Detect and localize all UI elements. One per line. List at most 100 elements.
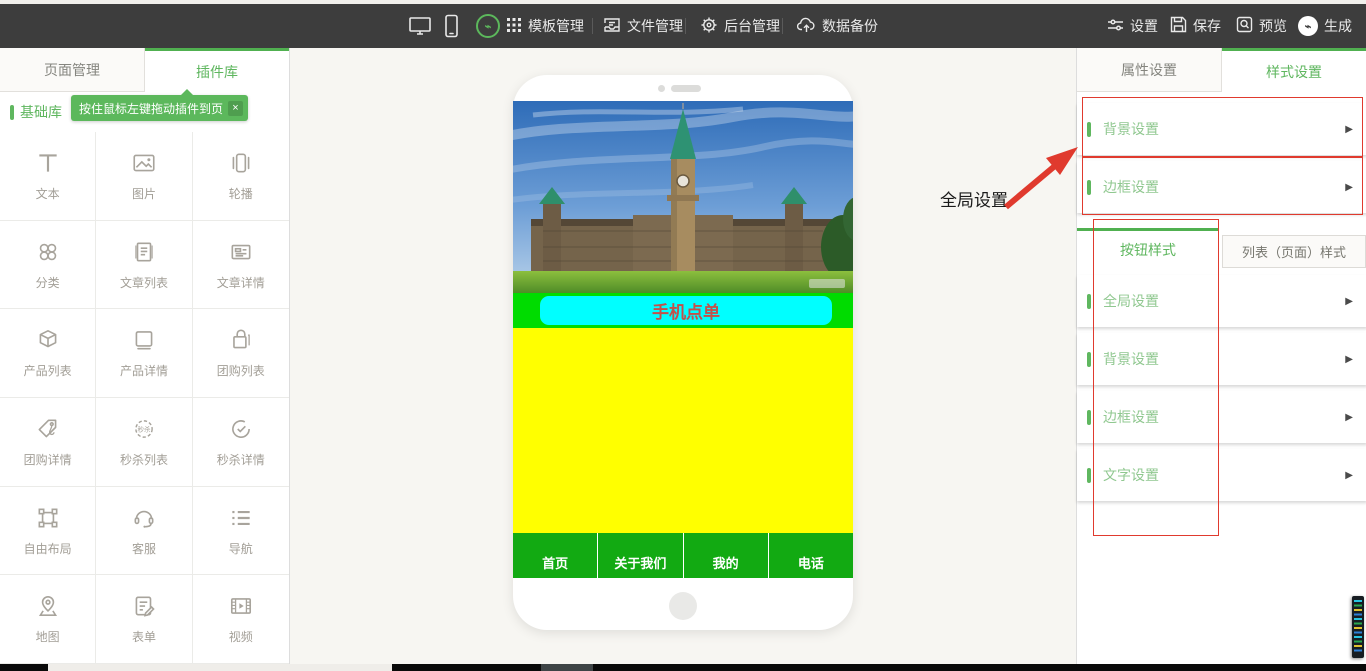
plugin-label: 导航 (229, 540, 253, 557)
tab-button-style[interactable]: 按钮样式 (1077, 228, 1219, 268)
plugin-groupbuy-detail[interactable]: 团购详情 (0, 398, 96, 487)
toolbar-divider (685, 18, 686, 34)
row-border-settings[interactable]: 边框设置 ▶ (1077, 161, 1366, 213)
header-photo[interactable] (513, 101, 853, 293)
preview-icon (1236, 16, 1253, 36)
cloud-upload-icon (797, 16, 816, 37)
green-bar (1087, 352, 1091, 367)
plugin-label: 表单 (132, 628, 156, 645)
plugin-category[interactable]: 分类 (0, 221, 96, 310)
action-generate[interactable]: ⌁ 生成 (1298, 4, 1352, 48)
chevron-right-icon: ▶ (1345, 124, 1353, 135)
action-label: 设置 (1130, 16, 1158, 36)
menu-file-manage[interactable]: 文件管理 (603, 4, 683, 48)
save-icon (1170, 16, 1187, 36)
menu-template-manage[interactable]: 模板管理 (506, 4, 584, 48)
tooltip-text: 按住鼠标左键拖动插件到页 (79, 100, 223, 117)
scrollbar-segment (541, 664, 593, 671)
plugin-free-layout[interactable]: 自由布局 (0, 487, 96, 576)
nav-item-mine[interactable]: 我的 (683, 533, 768, 578)
plugin-video[interactable]: 视频 (193, 575, 289, 664)
plugin-text[interactable]: 文本 (0, 132, 96, 221)
close-icon[interactable]: × (228, 101, 243, 116)
plugin-label: 文章列表 (120, 274, 168, 291)
plugin-form[interactable]: 表单 (96, 575, 192, 664)
action-preview[interactable]: 预览 (1236, 4, 1287, 48)
green-bar (1087, 180, 1091, 195)
plugin-image[interactable]: 图片 (96, 132, 192, 221)
phone-preview: 手机点单 首页 关于我们 我的 电话 (513, 75, 853, 630)
row-button-background-settings[interactable]: 背景设置 ▶ (1077, 333, 1366, 385)
order-button[interactable]: 手机点单 (540, 296, 832, 325)
plugin-groupbuy-list[interactable]: 团购列表 (193, 309, 289, 398)
file-icon (603, 16, 621, 37)
action-label: 生成 (1324, 16, 1352, 36)
row-label: 背景设置 (1103, 349, 1345, 369)
plugin-service[interactable]: 客服 (96, 487, 192, 576)
seckill-detail-icon (228, 416, 254, 442)
scrollbar-thumb[interactable] (48, 664, 392, 671)
link-mode-button[interactable]: ⌁ (476, 4, 500, 48)
row-label: 文字设置 (1103, 465, 1345, 485)
settings-tabs: 属性设置 样式设置 (1077, 48, 1366, 92)
tab-plugin-library[interactable]: 插件库 (145, 48, 289, 92)
row-background-settings[interactable]: 背景设置 ▶ (1077, 103, 1366, 155)
plugin-product-list[interactable]: 产品列表 (0, 309, 96, 398)
category-icon (35, 239, 61, 265)
plugin-carousel[interactable]: 轮播 (193, 132, 289, 221)
desktop-view-button[interactable] (408, 4, 432, 48)
plugin-label: 图片 (132, 185, 156, 202)
yellow-content-block[interactable] (513, 328, 853, 533)
video-icon (228, 593, 254, 619)
carousel-icon (228, 150, 254, 176)
tab-label: 样式设置 (1266, 62, 1322, 82)
nav-item-about[interactable]: 关于我们 (597, 533, 682, 578)
menu-backend-manage[interactable]: 后台管理 (700, 4, 780, 48)
home-button[interactable] (669, 592, 697, 620)
plugin-product-detail[interactable]: 产品详情 (96, 309, 192, 398)
tab-attribute-settings[interactable]: 属性设置 (1077, 48, 1222, 92)
plugin-seckill-list[interactable]: 秒杀 秒杀列表 (96, 398, 192, 487)
color-palette-widget[interactable] (1352, 596, 1364, 658)
plugin-seckill-detail[interactable]: 秒杀详情 (193, 398, 289, 487)
tab-page-manage[interactable]: 页面管理 (0, 48, 145, 92)
plugin-article-list[interactable]: 文章列表 (96, 221, 192, 310)
article-detail-icon (228, 239, 254, 265)
plugin-nav[interactable]: 导航 (193, 487, 289, 576)
plugin-label: 自由布局 (24, 540, 72, 557)
groupbuy-list-icon (228, 327, 254, 353)
row-text-settings[interactable]: 文字设置 ▶ (1077, 449, 1366, 501)
green-bar (10, 105, 14, 120)
action-save[interactable]: 保存 (1170, 4, 1221, 48)
drag-hint-tooltip: 按住鼠标左键拖动插件到页 × (71, 95, 248, 121)
nav-item-home[interactable]: 首页 (513, 533, 597, 578)
green-bar (1087, 122, 1091, 137)
menu-data-backup[interactable]: 数据备份 (797, 4, 878, 48)
phone-screen: 手机点单 首页 关于我们 我的 电话 (513, 101, 853, 578)
horizontal-scrollbar[interactable] (0, 664, 1366, 671)
plugin-label: 文本 (36, 185, 60, 202)
row-button-border-settings[interactable]: 边框设置 ▶ (1077, 391, 1366, 443)
article-list-icon (131, 239, 157, 265)
settings-panel: 属性设置 样式设置 背景设置 ▶ 边框设置 ▶ 按钮样式 列表（页面）样式 全局… (1076, 48, 1366, 664)
row-label: 背景设置 (1103, 119, 1345, 139)
mobile-view-button[interactable] (444, 4, 459, 48)
row-label: 边框设置 (1103, 177, 1345, 197)
row-global-settings[interactable]: 全局设置 ▶ (1077, 275, 1366, 327)
plugin-article-detail[interactable]: 文章详情 (193, 221, 289, 310)
menu-label: 模板管理 (528, 16, 584, 36)
tab-list-page-style[interactable]: 列表（页面）样式 (1222, 235, 1366, 268)
plugin-grid: 文本 图片 轮播 分类 文章列表 文章详情 (0, 132, 289, 664)
tab-style-settings[interactable]: 样式设置 (1222, 48, 1366, 92)
order-button-label: 手机点单 (652, 298, 720, 323)
menu-label: 后台管理 (724, 16, 780, 36)
design-canvas[interactable]: 手机点单 首页 关于我们 我的 电话 (290, 48, 1076, 664)
action-settings[interactable]: 设置 (1107, 4, 1158, 48)
plugin-label: 秒杀列表 (120, 451, 168, 468)
plugin-map[interactable]: 地图 (0, 575, 96, 664)
green-bar (1087, 468, 1091, 483)
svg-text:秒杀: 秒杀 (137, 424, 151, 433)
nav-item-phone[interactable]: 电话 (768, 533, 853, 578)
toolbar-divider (782, 18, 783, 34)
plugin-sidebar: 页面管理 插件库 基础库 按住鼠标左键拖动插件到页 × 文本 图片 轮播 (0, 48, 290, 664)
